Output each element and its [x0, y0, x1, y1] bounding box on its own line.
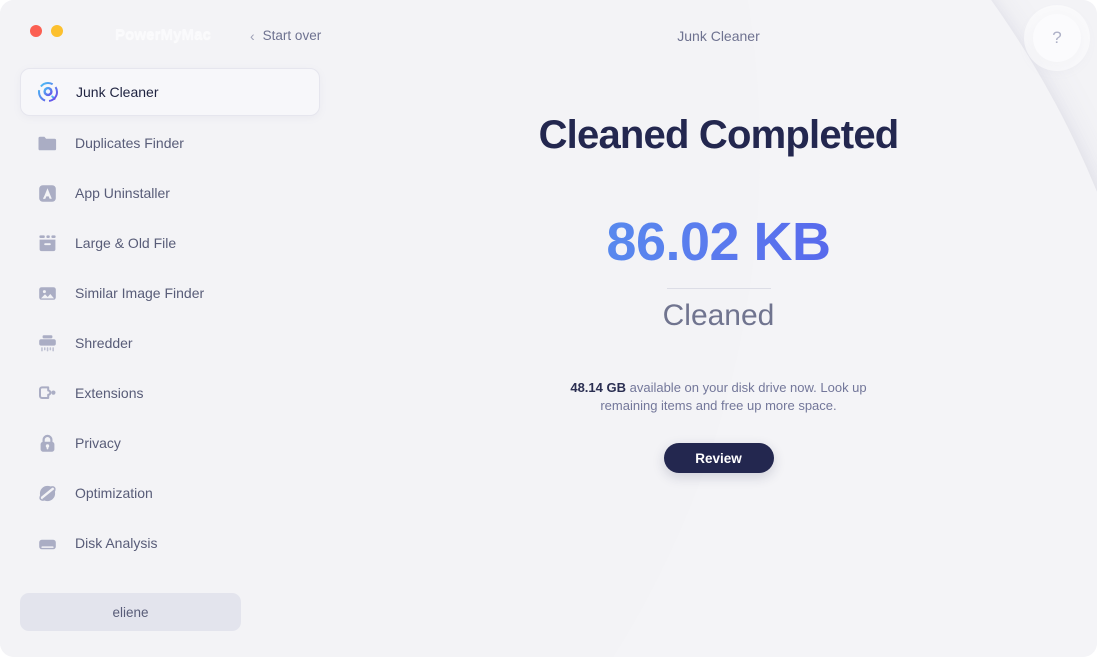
review-button[interactable]: Review [663, 443, 774, 473]
sidebar-item-privacy[interactable]: Privacy [20, 424, 320, 462]
app-window: PowerMyMac ‹ Start over Junk Cleaner Dup… [0, 0, 1097, 657]
review-label: Review [695, 450, 742, 466]
chevron-left-icon: ‹ [250, 27, 255, 44]
description: 48.14 GB available on your disk drive no… [549, 379, 889, 416]
sidebar-item-junk-cleaner[interactable]: Junk Cleaner [20, 68, 320, 116]
sidebar-item-label: Junk Cleaner [76, 84, 159, 100]
divider [666, 288, 771, 289]
sidebar-item-label: Shredder [75, 335, 133, 351]
cleaned-caption: Cleaned [662, 299, 775, 332]
folder-icon [36, 132, 58, 154]
description-text: available on your disk drive now. Look u… [600, 380, 867, 414]
shredder-icon [36, 332, 58, 354]
help-button[interactable]: ? [1033, 14, 1081, 62]
sidebar-item-label: App Uninstaller [75, 185, 170, 201]
sidebar-nav: Junk Cleaner Duplicates Finder App Unins… [0, 68, 340, 574]
question-mark-icon: ? [1052, 28, 1062, 47]
sidebar-item-label: Large & Old File [75, 235, 177, 251]
sidebar-item-disk-analysis[interactable]: Disk Analysis [20, 524, 320, 562]
sidebar-item-large-old-file[interactable]: Large & Old File [20, 224, 320, 262]
sidebar-item-shredder[interactable]: Shredder [20, 324, 320, 362]
account-label: eliene [112, 604, 149, 620]
titlebar: PowerMyMac ‹ Start over [0, 0, 340, 56]
cleaned-amount: 86.02 KB [340, 211, 1097, 273]
image-icon [36, 282, 58, 304]
sidebar-item-label: Extensions [75, 385, 144, 401]
sidebar-item-label: Duplicates Finder [75, 135, 184, 151]
traffic-lights [30, 25, 63, 37]
optimization-icon [36, 482, 58, 504]
large-old-file-icon [36, 232, 58, 254]
lock-icon [36, 432, 58, 454]
close-button[interactable] [30, 25, 42, 37]
extensions-icon [36, 382, 58, 404]
sidebar-item-extensions[interactable]: Extensions [20, 374, 320, 412]
sidebar-item-optimization[interactable]: Optimization [20, 474, 320, 512]
sidebar-item-label: Optimization [75, 485, 153, 501]
sidebar-item-label: Similar Image Finder [75, 285, 205, 301]
sidebar: PowerMyMac ‹ Start over Junk Cleaner Dup… [0, 0, 340, 657]
junk-cleaner-icon [37, 81, 59, 103]
sidebar-item-similar-image-finder[interactable]: Similar Image Finder [20, 274, 320, 312]
start-over-button[interactable]: ‹ Start over [250, 28, 321, 43]
sidebar-item-label: Privacy [75, 435, 121, 451]
start-over-label: Start over [262, 28, 322, 43]
account-button[interactable]: eliene [20, 593, 241, 631]
app-uninstaller-icon [36, 182, 58, 204]
disk-free-value: 48.14 GB [570, 380, 626, 395]
page-title: Junk Cleaner [677, 28, 760, 44]
sidebar-item-label: Disk Analysis [75, 535, 158, 551]
headline: Cleaned Completed [538, 113, 900, 157]
brand-watermark: PowerMyMac [115, 26, 212, 43]
sidebar-item-duplicates-finder[interactable]: Duplicates Finder [20, 124, 320, 162]
minimize-button[interactable] [51, 25, 63, 37]
main-content: Junk Cleaner ? Cleaned Completed 86.02 K… [340, 0, 1097, 657]
disk-icon [36, 532, 58, 554]
sidebar-item-app-uninstaller[interactable]: App Uninstaller [20, 174, 320, 212]
